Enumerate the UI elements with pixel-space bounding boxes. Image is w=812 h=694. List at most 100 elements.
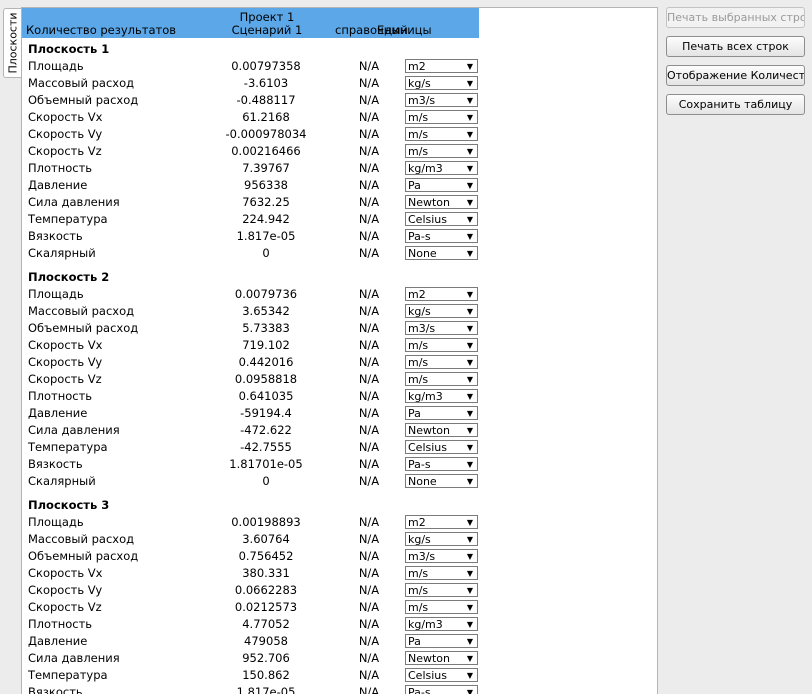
unit-dropdown[interactable]: m/s ▼ — [405, 127, 478, 141]
table-row[interactable]: Температура 224.942 N/A Celsius ▼ — [22, 211, 657, 228]
table-row[interactable]: Объемный расход 5.73383 N/A m3/s ▼ — [22, 320, 657, 337]
unit-dropdown[interactable]: m/s ▼ — [405, 338, 478, 352]
header-project[interactable]: Проект 1 — [222, 10, 312, 24]
table-row[interactable]: Скорость Vx 719.102 N/A m/s ▼ — [22, 337, 657, 354]
unit-dropdown-value: Pa — [408, 407, 421, 420]
chevron-down-icon: ▼ — [466, 181, 473, 190]
table-row[interactable]: Давление -59194.4 N/A Pa ▼ — [22, 405, 657, 422]
row-value: 224.942 — [242, 212, 290, 226]
save-table-button[interactable]: Сохранить таблицу — [666, 94, 805, 115]
print-all-rows-button[interactable]: Печать всех строк — [666, 36, 805, 57]
unit-dropdown[interactable]: m/s ▼ — [405, 110, 478, 124]
table-row[interactable]: Давление 479058 N/A Pa ▼ — [22, 633, 657, 650]
unit-dropdown[interactable]: m/s ▼ — [405, 372, 478, 386]
unit-dropdown[interactable]: m2 ▼ — [405, 515, 478, 529]
unit-dropdown[interactable]: kg/s ▼ — [405, 532, 478, 546]
unit-dropdown[interactable]: m/s ▼ — [405, 583, 478, 597]
table-row[interactable]: Вязкость 1.81701e-05 N/A Pa-s ▼ — [22, 456, 657, 473]
unit-dropdown[interactable]: m/s ▼ — [405, 355, 478, 369]
row-reference: N/A — [358, 178, 380, 192]
table-row[interactable]: Сила давления -472.622 N/A Newton ▼ — [22, 422, 657, 439]
table-row[interactable]: Вязкость 1.817e-05 N/A Pa-s ▼ — [22, 228, 657, 245]
display-quantity-button[interactable]: Отображение Количества — [666, 65, 805, 86]
unit-dropdown[interactable]: None ▼ — [405, 474, 478, 488]
table-row[interactable]: Скорость Vz 0.00216466 N/A m/s ▼ — [22, 143, 657, 160]
unit-dropdown[interactable]: m/s ▼ — [405, 566, 478, 580]
row-quantity-name: Вязкость — [28, 457, 83, 471]
row-reference: N/A — [358, 229, 380, 243]
unit-dropdown-value: m/s — [408, 145, 429, 158]
unit-dropdown[interactable]: m3/s ▼ — [405, 93, 478, 107]
table-row[interactable]: Температура 150.862 N/A Celsius ▼ — [22, 667, 657, 684]
table-row[interactable]: Скорость Vy -0.000978034 N/A m/s ▼ — [22, 126, 657, 143]
unit-dropdown[interactable]: Celsius ▼ — [405, 668, 478, 682]
table-row[interactable]: Массовый расход 3.65342 N/A kg/s ▼ — [22, 303, 657, 320]
table-row[interactable]: Скорость Vz 0.0212573 N/A m/s ▼ — [22, 599, 657, 616]
unit-dropdown-value: m2 — [408, 60, 426, 73]
unit-dropdown[interactable]: m2 ▼ — [405, 287, 478, 301]
table-row[interactable]: Скорость Vy 0.0662283 N/A m/s ▼ — [22, 582, 657, 599]
unit-dropdown[interactable]: Pa ▼ — [405, 178, 478, 192]
row-value: -42.7555 — [240, 440, 292, 454]
table-row[interactable]: Объемный расход 0.756452 N/A m3/s ▼ — [22, 548, 657, 565]
unit-dropdown[interactable]: m3/s ▼ — [405, 321, 478, 335]
table-row[interactable]: Плотность 4.77052 N/A kg/m3 ▼ — [22, 616, 657, 633]
row-value: 150.862 — [242, 668, 290, 682]
row-reference: N/A — [358, 549, 380, 563]
unit-dropdown[interactable]: kg/s ▼ — [405, 76, 478, 90]
unit-dropdown[interactable]: m3/s ▼ — [405, 549, 478, 563]
unit-dropdown[interactable]: Newton ▼ — [405, 195, 478, 209]
row-value: 0.0662283 — [234, 583, 298, 597]
table-row[interactable]: Сила давления 7632.25 N/A Newton ▼ — [22, 194, 657, 211]
unit-dropdown[interactable]: kg/m3 ▼ — [405, 389, 478, 403]
tab-planes[interactable]: Плоскости — [3, 8, 22, 78]
unit-dropdown[interactable]: Pa ▼ — [405, 634, 478, 648]
chevron-down-icon: ▼ — [466, 232, 473, 241]
row-value: 0.442016 — [238, 355, 294, 369]
unit-dropdown[interactable]: Pa-s ▼ — [405, 457, 478, 471]
table-row[interactable]: Площадь 0.0079736 N/A m2 ▼ — [22, 286, 657, 303]
table-row[interactable]: Скалярный 0 N/A None ▼ — [22, 473, 657, 490]
table-row[interactable]: Скорость Vx 61.2168 N/A m/s ▼ — [22, 109, 657, 126]
unit-dropdown[interactable]: Newton ▼ — [405, 651, 478, 665]
table-row[interactable]: Площадь 0.00198893 N/A m2 ▼ — [22, 514, 657, 531]
table-row[interactable]: Давление 956338 N/A Pa ▼ — [22, 177, 657, 194]
print-selected-rows-button[interactable]: Печать выбранных строк — [666, 7, 805, 28]
unit-dropdown[interactable]: Newton ▼ — [405, 423, 478, 437]
table-row[interactable]: Скорость Vy 0.442016 N/A m/s ▼ — [22, 354, 657, 371]
table-row[interactable]: Скорость Vz 0.0958818 N/A m/s ▼ — [22, 371, 657, 388]
unit-dropdown[interactable]: Celsius ▼ — [405, 212, 478, 226]
unit-dropdown[interactable]: m/s ▼ — [405, 144, 478, 158]
table-row[interactable]: Скалярный 0 N/A None ▼ — [22, 245, 657, 262]
unit-dropdown[interactable]: m2 ▼ — [405, 59, 478, 73]
unit-dropdown[interactable]: m/s ▼ — [405, 600, 478, 614]
row-quantity-name: Вязкость — [28, 229, 83, 243]
unit-dropdown[interactable]: Celsius ▼ — [405, 440, 478, 454]
table-row[interactable]: Массовый расход -3.6103 N/A kg/s ▼ — [22, 75, 657, 92]
unit-dropdown[interactable]: Pa ▼ — [405, 406, 478, 420]
table-row[interactable]: Плотность 7.39767 N/A kg/m3 ▼ — [22, 160, 657, 177]
row-reference: N/A — [358, 212, 380, 226]
table-row[interactable]: Плотность 0.641035 N/A kg/m3 ▼ — [22, 388, 657, 405]
unit-dropdown[interactable]: kg/m3 ▼ — [405, 161, 478, 175]
table-row[interactable]: Температура -42.7555 N/A Celsius ▼ — [22, 439, 657, 456]
table-row[interactable]: Скорость Vx 380.331 N/A m/s ▼ — [22, 565, 657, 582]
header-units[interactable]: Единицы — [377, 23, 432, 37]
unit-dropdown-value: None — [408, 475, 437, 488]
unit-dropdown[interactable]: kg/s ▼ — [405, 304, 478, 318]
table-row[interactable]: Площадь 0.00797358 N/A m2 ▼ — [22, 58, 657, 75]
unit-dropdown[interactable]: None ▼ — [405, 246, 478, 260]
row-reference: N/A — [358, 372, 380, 386]
unit-dropdown[interactable]: Pa-s ▼ — [405, 229, 478, 243]
table-row[interactable]: Сила давления 952.706 N/A Newton ▼ — [22, 650, 657, 667]
unit-dropdown[interactable]: kg/m3 ▼ — [405, 617, 478, 631]
row-quantity-name: Скорость Vx — [28, 566, 103, 580]
header-scenario[interactable]: Сценарий 1 — [222, 23, 312, 37]
unit-dropdown-value: m/s — [408, 584, 429, 597]
table-row[interactable]: Массовый расход 3.60764 N/A kg/s ▼ — [22, 531, 657, 548]
unit-dropdown-value: kg/m3 — [408, 618, 443, 631]
chevron-down-icon: ▼ — [466, 671, 473, 680]
header-quantity[interactable]: Количество результатов — [26, 23, 176, 37]
table-row[interactable]: Объемный расход -0.488117 N/A m3/s ▼ — [22, 92, 657, 109]
chevron-down-icon: ▼ — [466, 375, 473, 384]
